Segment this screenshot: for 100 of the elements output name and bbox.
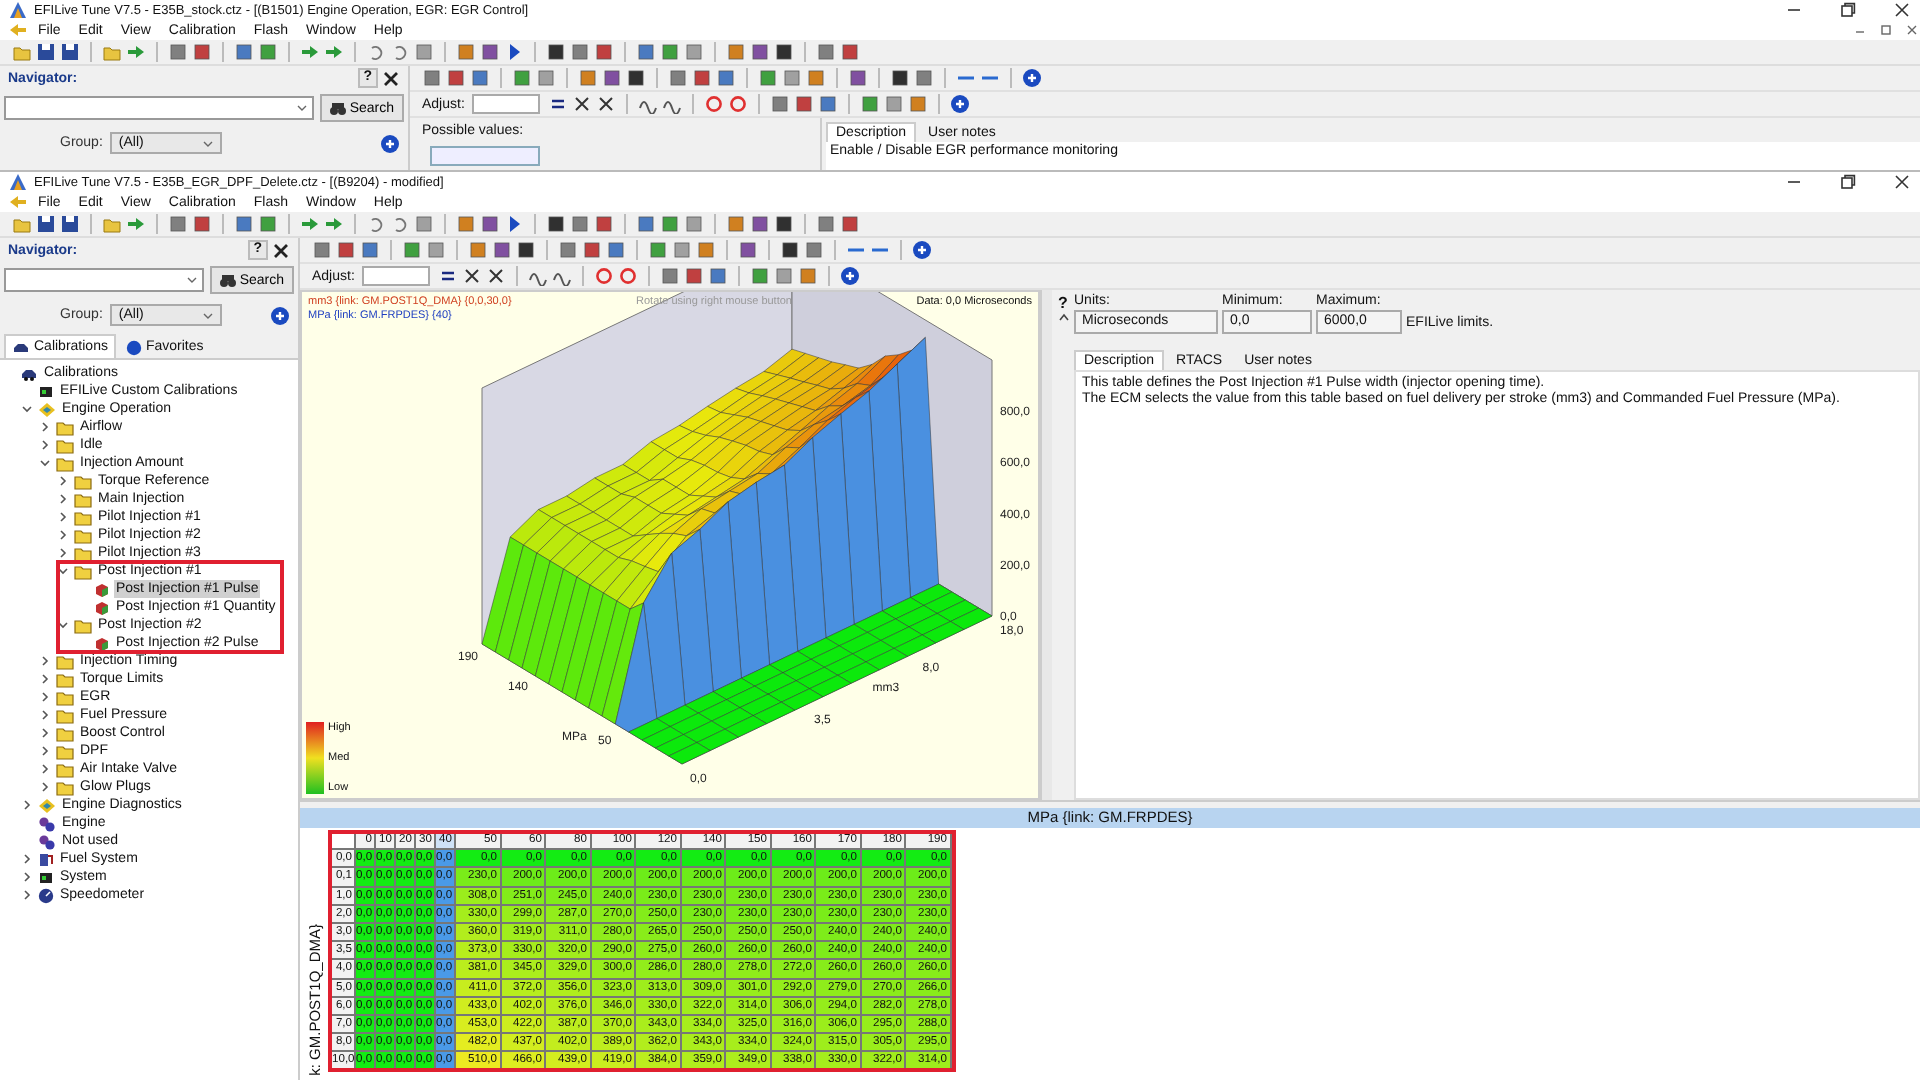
ring-icon[interactable] [728, 94, 749, 114]
ring-icon[interactable] [594, 266, 615, 286]
adjust-field[interactable] [472, 94, 541, 114]
square-icon[interactable] [546, 214, 566, 234]
chevron-icon[interactable] [38, 744, 52, 758]
chevron-icon[interactable] [56, 474, 70, 488]
plus-icon[interactable] [840, 266, 861, 286]
search-combo-field[interactable] [4, 268, 204, 292]
caret-icon [202, 137, 215, 149]
plus-icon[interactable] [270, 305, 290, 325]
arrow-icon[interactable] [126, 42, 146, 62]
restore-icon[interactable] [1838, 172, 1858, 192]
menu-logo-icon [8, 192, 28, 212]
restore-icon[interactable] [1838, 0, 1858, 20]
square-icon[interactable] [840, 42, 860, 62]
chevron-icon[interactable] [20, 852, 34, 866]
pump-icon [38, 851, 54, 867]
chevron-icon[interactable] [38, 654, 52, 668]
close-icon[interactable] [1892, 0, 1912, 20]
ring-icon[interactable] [618, 266, 639, 286]
plus-icon[interactable] [912, 240, 932, 260]
plus-icon[interactable] [950, 94, 971, 114]
chevron-icon[interactable] [20, 870, 34, 884]
help-button[interactable]: ? [1058, 294, 1068, 312]
square-icon[interactable] [738, 240, 758, 260]
chevron-icon[interactable] [38, 690, 52, 704]
chevron-icon[interactable] [56, 492, 70, 506]
plus-icon[interactable] [1022, 68, 1042, 88]
square-icon[interactable] [516, 240, 536, 260]
square-icon[interactable] [492, 240, 512, 260]
chevron-icon[interactable] [38, 438, 52, 452]
binoculars-icon [329, 101, 346, 115]
color-scale-bar [306, 722, 324, 794]
square-icon[interactable] [840, 214, 860, 234]
square-icon[interactable] [192, 42, 212, 62]
chevron-icon[interactable] [20, 402, 34, 416]
square-icon[interactable] [750, 42, 770, 62]
chevron-icon[interactable] [20, 888, 34, 902]
equals-icon[interactable] [438, 266, 459, 286]
square-icon[interactable] [774, 214, 794, 234]
square-icon[interactable] [546, 42, 566, 62]
chevron-icon[interactable] [38, 762, 52, 776]
cross-icon[interactable] [596, 94, 617, 114]
app-logo-icon [8, 172, 28, 192]
chevron-icon[interactable] [56, 564, 70, 578]
square-icon[interactable] [684, 266, 705, 286]
folder-icon [74, 617, 92, 633]
close-icon[interactable] [382, 69, 400, 87]
chevron-icon[interactable] [38, 672, 52, 686]
menu-logo-icon [8, 20, 28, 40]
ring-icon[interactable] [704, 94, 725, 114]
chevron-icon[interactable] [56, 546, 70, 560]
square-icon[interactable] [848, 68, 868, 88]
cross-icon[interactable] [462, 266, 483, 286]
square-icon[interactable] [192, 214, 212, 234]
scrollbar[interactable] [1040, 290, 1052, 800]
caret-icon[interactable] [295, 102, 308, 114]
square-icon[interactable] [890, 68, 910, 88]
diamond-icon [38, 797, 56, 813]
square-icon[interactable] [582, 240, 602, 260]
square-icon[interactable] [794, 94, 815, 114]
chevron-icon[interactable] [38, 420, 52, 434]
chevron-icon[interactable] [38, 780, 52, 794]
square-icon[interactable] [750, 214, 770, 234]
cross-icon[interactable] [486, 266, 507, 286]
close-icon[interactable] [1892, 172, 1912, 192]
square-icon[interactable] [480, 42, 500, 62]
car-icon [12, 339, 30, 355]
square-icon[interactable] [626, 68, 646, 88]
chevron-icon[interactable] [56, 618, 70, 632]
square-icon[interactable] [602, 68, 622, 88]
chevron-icon[interactable] [38, 726, 52, 740]
square-icon[interactable] [594, 42, 614, 62]
chevron-icon[interactable] [56, 510, 70, 524]
cross-icon[interactable] [572, 94, 593, 114]
binoculars-icon [219, 273, 236, 287]
square-icon[interactable] [774, 42, 794, 62]
circle-icon [125, 339, 142, 355]
adjust-field[interactable] [362, 266, 431, 286]
square-icon[interactable] [480, 214, 500, 234]
square-icon[interactable] [780, 240, 800, 260]
caret-icon[interactable] [185, 274, 198, 286]
chevron-icon[interactable] [56, 528, 70, 542]
close-icon[interactable] [272, 241, 290, 259]
square-icon[interactable] [336, 240, 356, 260]
square-icon[interactable] [692, 68, 712, 88]
square-icon[interactable] [594, 214, 614, 234]
chevron-icon[interactable] [20, 798, 34, 812]
caret-icon[interactable] [1057, 312, 1069, 322]
chevron-icon[interactable] [38, 456, 52, 470]
arrow-icon[interactable] [126, 214, 146, 234]
plus-icon[interactable] [380, 133, 400, 153]
square-icon[interactable] [446, 68, 466, 88]
equals-icon[interactable] [548, 94, 569, 114]
chevron-icon[interactable] [38, 708, 52, 722]
diamond-icon [38, 401, 56, 417]
car-icon [20, 365, 38, 381]
chip-icon [38, 383, 54, 399]
gauge-icon [38, 887, 54, 903]
search-combo-field[interactable] [4, 96, 314, 120]
